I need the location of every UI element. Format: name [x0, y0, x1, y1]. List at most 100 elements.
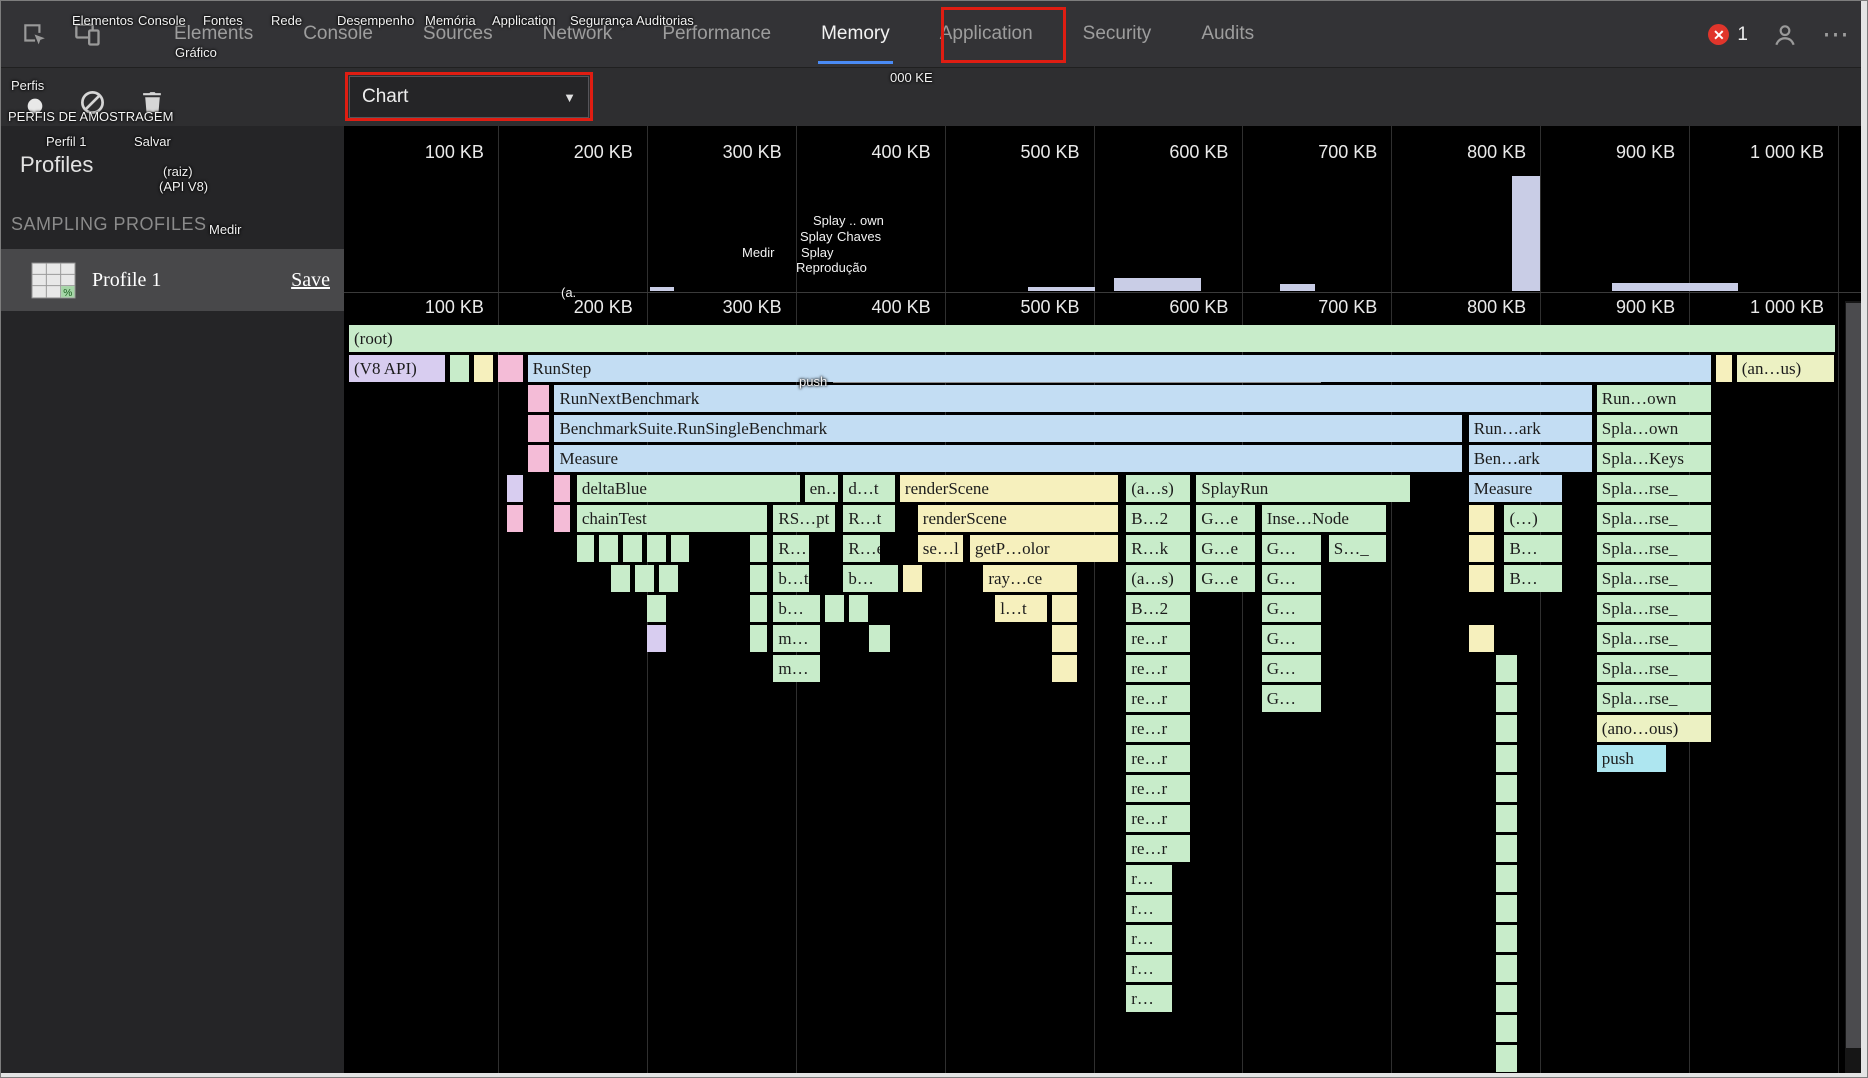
flame-bar[interactable]: Measure	[1469, 475, 1562, 502]
flame-bar[interactable]	[1496, 775, 1518, 802]
flame-bar[interactable]: R…	[773, 535, 808, 562]
flame-bar[interactable]	[498, 355, 523, 382]
user-icon[interactable]	[1768, 18, 1802, 52]
flame-bar[interactable]: Spla…rse_	[1597, 505, 1711, 532]
flame-bar[interactable]	[903, 565, 922, 592]
flame-bar[interactable]: re…r	[1126, 745, 1190, 772]
flame-bar[interactable]: Run…ark	[1469, 415, 1592, 442]
save-profile-link[interactable]: Save	[291, 269, 330, 292]
tab-console[interactable]: Console	[278, 1, 398, 67]
flame-bar[interactable]: b…t	[773, 565, 808, 592]
flame-bar[interactable]: G…	[1262, 535, 1321, 562]
flame-bar[interactable]	[1496, 655, 1518, 682]
tab-sources[interactable]: Sources	[398, 1, 518, 67]
flame-bar[interactable]	[1469, 535, 1494, 562]
tab-memory[interactable]: Memory	[796, 1, 915, 67]
flame-bar[interactable]	[1469, 565, 1494, 592]
flame-bar[interactable]	[659, 565, 678, 592]
flame-bar[interactable]	[611, 565, 630, 592]
flame-bar[interactable]: deltaBlue	[577, 475, 800, 502]
flame-bar[interactable]	[599, 535, 618, 562]
tab-performance[interactable]: Performance	[637, 1, 796, 67]
flame-bar[interactable]: renderScene	[900, 475, 1118, 502]
flame-bar[interactable]: l…t	[995, 595, 1047, 622]
flame-bar[interactable]: G…	[1262, 685, 1321, 712]
flame-bar[interactable]	[1496, 895, 1518, 922]
flame-bar[interactable]: push	[1597, 745, 1666, 772]
flame-bar[interactable]	[623, 535, 642, 562]
flame-bar[interactable]	[1052, 595, 1077, 622]
flame-bar[interactable]	[671, 535, 690, 562]
tab-application[interactable]: Application	[915, 1, 1058, 67]
flame-bar[interactable]: re…r	[1126, 655, 1190, 682]
flame-bar[interactable]: RS…pt	[773, 505, 835, 532]
flame-bar[interactable]	[528, 385, 550, 412]
flame-bar[interactable]	[869, 625, 891, 652]
flame-bar[interactable]	[1496, 955, 1518, 982]
flame-bar[interactable]: re…r	[1126, 775, 1190, 802]
flame-bar[interactable]: r…	[1126, 925, 1172, 952]
flame-bar[interactable]	[1469, 505, 1494, 532]
flame-bar[interactable]: en…pt	[805, 475, 839, 502]
overview-bar[interactable]	[1114, 278, 1200, 291]
flame-bar[interactable]	[1496, 805, 1518, 832]
flame-bar[interactable]: Spla…rse_	[1597, 565, 1711, 592]
flame-bar[interactable]: (a…s)	[1126, 475, 1190, 502]
flame-bar[interactable]: S…_	[1329, 535, 1387, 562]
flame-bar[interactable]: Spla…rse_	[1597, 535, 1711, 562]
flame-bar[interactable]	[1496, 745, 1518, 772]
flame-bar[interactable]: G…	[1262, 655, 1321, 682]
flame-bar[interactable]: Spla…rse_	[1597, 595, 1711, 622]
flame-bar[interactable]	[1496, 685, 1518, 712]
flame-bar[interactable]	[647, 535, 666, 562]
flame-bar[interactable]	[554, 505, 570, 532]
flame-bar[interactable]: m…	[773, 625, 820, 652]
overview-bar[interactable]	[1280, 284, 1316, 291]
flame-bar[interactable]	[554, 475, 570, 502]
flame-bar[interactable]	[528, 415, 550, 442]
flame-bar[interactable]: Spla…rse_	[1597, 475, 1711, 502]
flame-bar[interactable]: SplayRun	[1196, 475, 1410, 502]
flame-bar[interactable]	[750, 595, 767, 622]
flame-bar[interactable]: B…2	[1126, 595, 1190, 622]
flame-bar[interactable]: R…t	[843, 505, 895, 532]
flame-bar[interactable]	[750, 565, 767, 592]
inspect-element-icon[interactable]	[17, 17, 51, 51]
flame-bar[interactable]: b…	[773, 595, 820, 622]
flame-bar[interactable]: Spla…rse_	[1597, 625, 1711, 652]
flame-bar[interactable]: G…e	[1196, 535, 1255, 562]
flame-bar[interactable]	[1469, 625, 1494, 652]
flame-bar[interactable]: RunNextBenchmark	[554, 385, 1591, 412]
flame-bar[interactable]: r…	[1126, 955, 1172, 982]
flame-bar[interactable]: Spla…Keys	[1597, 445, 1711, 472]
flame-area[interactable]: (root)(V8 API)RunStep(an…us)RunNextBench…	[344, 323, 1868, 1078]
flame-bar[interactable]: re…r	[1126, 625, 1190, 652]
flame-bar[interactable]: B…2	[1126, 505, 1190, 532]
flame-bar[interactable]	[474, 355, 493, 382]
flame-bar[interactable]: se…l	[918, 535, 964, 562]
flame-bar[interactable]	[1496, 985, 1518, 1012]
overview-bar[interactable]	[1512, 176, 1540, 291]
flame-bar[interactable]: Ben…ark	[1469, 445, 1592, 472]
flame-bar[interactable]: re…r	[1126, 715, 1190, 742]
flame-bar[interactable]	[849, 595, 868, 622]
flame-bar[interactable]	[647, 625, 666, 652]
flame-bar[interactable]	[1496, 715, 1518, 742]
flame-bar[interactable]: r…	[1126, 985, 1172, 1012]
flame-bar[interactable]: (root)	[349, 325, 1835, 352]
flame-bar[interactable]: ray…ce	[983, 565, 1076, 592]
flame-bar[interactable]: B…	[1504, 535, 1562, 562]
flame-bar[interactable]	[507, 505, 523, 532]
tab-network[interactable]: Network	[518, 1, 638, 67]
flame-bar[interactable]: re…r	[1126, 685, 1190, 712]
flame-bar[interactable]	[1496, 1045, 1518, 1072]
flame-bar[interactable]	[1716, 355, 1732, 382]
flame-bar[interactable]: Measure	[554, 445, 1462, 472]
flame-bar[interactable]: G…e	[1196, 565, 1255, 592]
chart-view-select[interactable]: Chart ▼	[349, 76, 589, 118]
flame-bar[interactable]: G…	[1262, 595, 1321, 622]
overview-bar[interactable]	[1028, 287, 1095, 291]
flame-bar[interactable]: Inse…Node	[1262, 505, 1387, 532]
flame-bar[interactable]: B…	[1504, 565, 1562, 592]
flame-bar[interactable]: R…e	[843, 535, 880, 562]
